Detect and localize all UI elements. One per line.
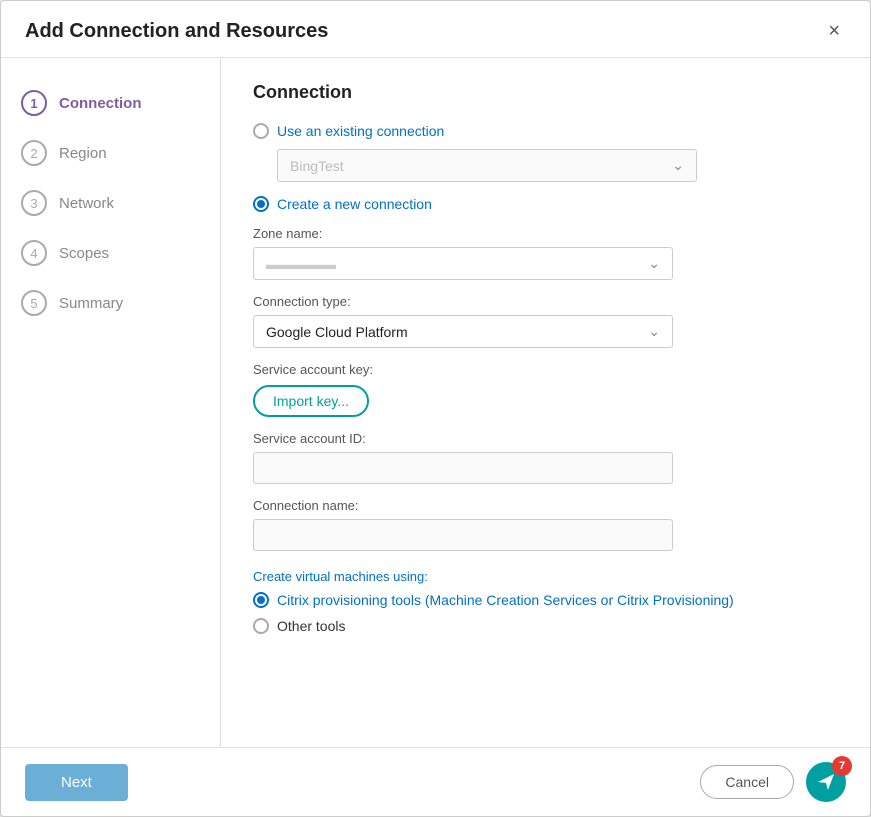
step-circle-2: 2 — [21, 140, 47, 166]
existing-connection-value: BingTest — [290, 158, 344, 174]
sidebar: 1 Connection 2 Region 3 Network 4 — [1, 58, 221, 747]
create-new-radio[interactable] — [253, 196, 269, 212]
existing-connection-dropdown-row: BingTest ⌄ — [253, 149, 838, 182]
sidebar-label-summary: Summary — [59, 295, 123, 312]
connection-type-label: Connection type: — [253, 294, 838, 309]
nav-badge: 7 — [832, 756, 852, 776]
step-circle-3: 3 — [21, 190, 47, 216]
create-new-row: Create a new connection — [253, 196, 838, 212]
sidebar-label-scopes: Scopes — [59, 245, 109, 262]
existing-dropdown-chevron-icon: ⌄ — [672, 157, 684, 174]
dialog-header: Add Connection and Resources × — [1, 1, 870, 58]
sidebar-label-network: Network — [59, 195, 114, 212]
step-circle-5: 5 — [21, 290, 47, 316]
connection-name-input[interactable] — [253, 519, 673, 551]
sidebar-label-connection: Connection — [59, 95, 142, 112]
next-button[interactable]: Next — [25, 764, 128, 801]
connection-type-dropdown[interactable]: Google Cloud Platform ⌄ — [253, 315, 673, 348]
zone-dropdown-chevron-icon: ⌄ — [648, 255, 660, 272]
citrix-tools-label[interactable]: Citrix provisioning tools (Machine Creat… — [277, 592, 734, 608]
existing-connection-dropdown[interactable]: BingTest ⌄ — [277, 149, 697, 182]
sidebar-item-region[interactable]: 2 Region — [1, 132, 220, 174]
zone-name-label: Zone name: — [253, 226, 838, 241]
section-title: Connection — [253, 82, 838, 103]
create-vm-label: Create virtual machines using: — [253, 569, 838, 584]
use-existing-radio[interactable] — [253, 123, 269, 139]
create-new-radio-inner — [257, 200, 265, 208]
add-connection-dialog: Add Connection and Resources × 1 Connect… — [0, 0, 871, 817]
step-circle-1: 1 — [21, 90, 47, 116]
service-account-id-label: Service account ID: — [253, 431, 838, 446]
connection-name-label: Connection name: — [253, 498, 838, 513]
connection-type-value: Google Cloud Platform — [266, 324, 408, 340]
other-tools-row: Other tools — [253, 618, 838, 634]
sidebar-item-connection[interactable]: 1 Connection — [1, 82, 220, 124]
import-key-button[interactable]: Import key... — [253, 385, 369, 417]
zone-name-dropdown[interactable]: ▬▬▬▬▬ ⌄ — [253, 247, 673, 280]
service-account-id-input[interactable] — [253, 452, 673, 484]
citrix-tools-radio[interactable] — [253, 592, 269, 608]
service-account-key-label: Service account key: — [253, 362, 838, 377]
sidebar-item-network[interactable]: 3 Network — [1, 182, 220, 224]
dialog-footer: Next Cancel 7 — [1, 747, 870, 816]
main-content: Connection Use an existing connection Bi… — [221, 58, 870, 747]
dialog-body: 1 Connection 2 Region 3 Network 4 — [1, 58, 870, 747]
nav-button-wrap: 7 — [806, 762, 846, 802]
citrix-tools-row: Citrix provisioning tools (Machine Creat… — [253, 592, 838, 608]
footer-right: Cancel 7 — [700, 762, 846, 802]
zone-name-value: ▬▬▬▬▬ — [266, 256, 336, 272]
sidebar-label-region: Region — [59, 145, 107, 162]
sidebar-item-summary[interactable]: 5 Summary — [1, 282, 220, 324]
sidebar-item-scopes[interactable]: 4 Scopes — [1, 232, 220, 274]
dialog-title: Add Connection and Resources — [25, 20, 328, 43]
cancel-button[interactable]: Cancel — [700, 765, 794, 799]
citrix-tools-radio-inner — [257, 596, 265, 604]
use-existing-label[interactable]: Use an existing connection — [277, 123, 444, 139]
close-button[interactable]: × — [822, 19, 846, 43]
other-tools-radio[interactable] — [253, 618, 269, 634]
step-circle-4: 4 — [21, 240, 47, 266]
use-existing-row: Use an existing connection — [253, 123, 838, 139]
create-new-label[interactable]: Create a new connection — [277, 196, 432, 212]
other-tools-label[interactable]: Other tools — [277, 618, 345, 634]
connection-type-chevron-icon: ⌄ — [648, 323, 660, 340]
send-icon — [816, 772, 836, 792]
